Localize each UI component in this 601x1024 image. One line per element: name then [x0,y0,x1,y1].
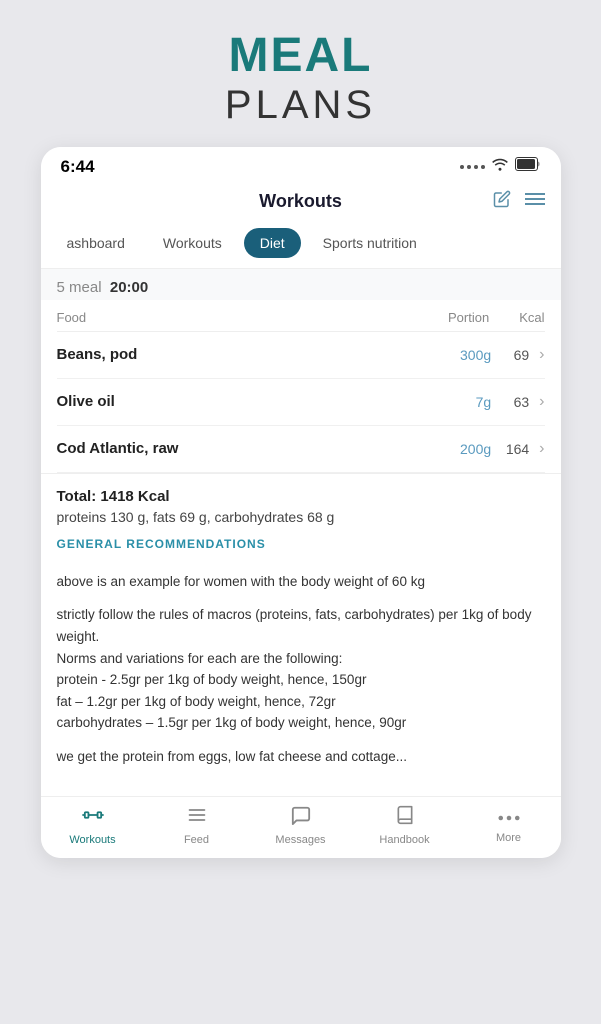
food-values: 7g 63 › [451,393,544,411]
header-title: Workouts [259,191,342,212]
food-portion: 7g [451,394,491,410]
nav-workouts-label: Workouts [69,834,115,846]
nav-messages-label: Messages [275,834,325,846]
nav-item-workouts[interactable]: Workouts [63,805,123,846]
more-icon [498,806,520,829]
wifi-icon [491,157,509,176]
bottom-nav: Workouts Feed Messages [41,796,561,858]
food-portion: 300g [451,347,491,363]
nav-handbook-label: Handbook [379,834,429,846]
tab-dashboard[interactable]: ashboard [51,228,141,258]
totals-section: Total: 1418 Kcal proteins 130 g, fats 69… [41,473,561,571]
nav-feed-label: Feed [184,834,209,846]
page-title-plans: PLANS [225,83,376,127]
app-header: Workouts [41,183,561,222]
nav-item-feed[interactable]: Feed [167,805,227,846]
meal-section: 5 meal 20:00 [41,268,561,300]
recommendation-p1: above is an example for women with the b… [57,571,545,593]
menu-icon[interactable] [525,191,545,212]
food-table: Food Portion Kcal Beans, pod 300g 69 › O… [41,300,561,473]
food-kcal: 164 [501,441,529,457]
nav-more-label: More [496,832,521,844]
chevron-right-icon: › [539,440,544,458]
workouts-icon [82,805,104,831]
food-name: Beans, pod [57,346,138,363]
edit-icon[interactable] [493,190,511,213]
nav-tabs: ashboard Workouts Diet Sports nutrition [41,222,561,268]
recommendations-heading: GENERAL RECOMMENDATIONS [57,537,545,551]
table-row[interactable]: Cod Atlantic, raw 200g 164 › [57,426,545,473]
header-actions [493,190,545,213]
chevron-right-icon: › [539,346,544,364]
battery-icon [515,157,541,176]
recommendation-p2: strictly follow the rules of macros (pro… [57,604,545,734]
recommendation-p3: we get the protein from eggs, low fat ch… [57,746,545,768]
meal-time-value: 20:00 [110,279,148,296]
meal-header: 5 meal 20:00 [57,279,545,296]
phone-frame: 6:44 Workouts [41,147,561,858]
page-title-container: MEAL PLANS [225,30,376,127]
page-title-meal: MEAL [225,30,376,83]
status-time: 6:44 [61,157,95,177]
table-row[interactable]: Beans, pod 300g 69 › [57,332,545,379]
nav-item-more[interactable]: More [479,806,539,844]
food-portion: 200g [451,441,491,457]
handbook-icon [395,805,415,831]
col-portion-label: Portion [448,310,489,325]
tab-diet[interactable]: Diet [244,228,301,258]
status-bar: 6:44 [41,147,561,183]
total-kcal: Total: 1418 Kcal [57,488,545,505]
status-icons [460,157,541,176]
macros-line: proteins 130 g, fats 69 g, carbohydrates… [57,509,545,525]
food-name: Olive oil [57,393,115,410]
food-name: Cod Atlantic, raw [57,440,179,457]
col-food-label: Food [57,310,87,325]
tab-workouts[interactable]: Workouts [147,228,238,258]
recommendations-text: above is an example for women with the b… [41,571,561,796]
chevron-right-icon: › [539,393,544,411]
food-table-header: Food Portion Kcal [57,300,545,332]
food-values: 300g 69 › [451,346,544,364]
food-kcal: 63 [501,394,529,410]
signal-icon [460,165,485,169]
messages-icon [290,805,312,831]
table-row[interactable]: Olive oil 7g 63 › [57,379,545,426]
col-kcal-label: Kcal [519,310,544,325]
food-values: 200g 164 › [451,440,544,458]
nav-item-handbook[interactable]: Handbook [375,805,435,846]
nav-item-messages[interactable]: Messages [271,805,331,846]
feed-icon [187,805,207,831]
meal-number: 5 meal [57,279,102,296]
tab-sports-nutrition[interactable]: Sports nutrition [307,228,433,258]
food-kcal: 69 [501,347,529,363]
col-portion-kcal-labels: Portion Kcal [448,310,545,325]
